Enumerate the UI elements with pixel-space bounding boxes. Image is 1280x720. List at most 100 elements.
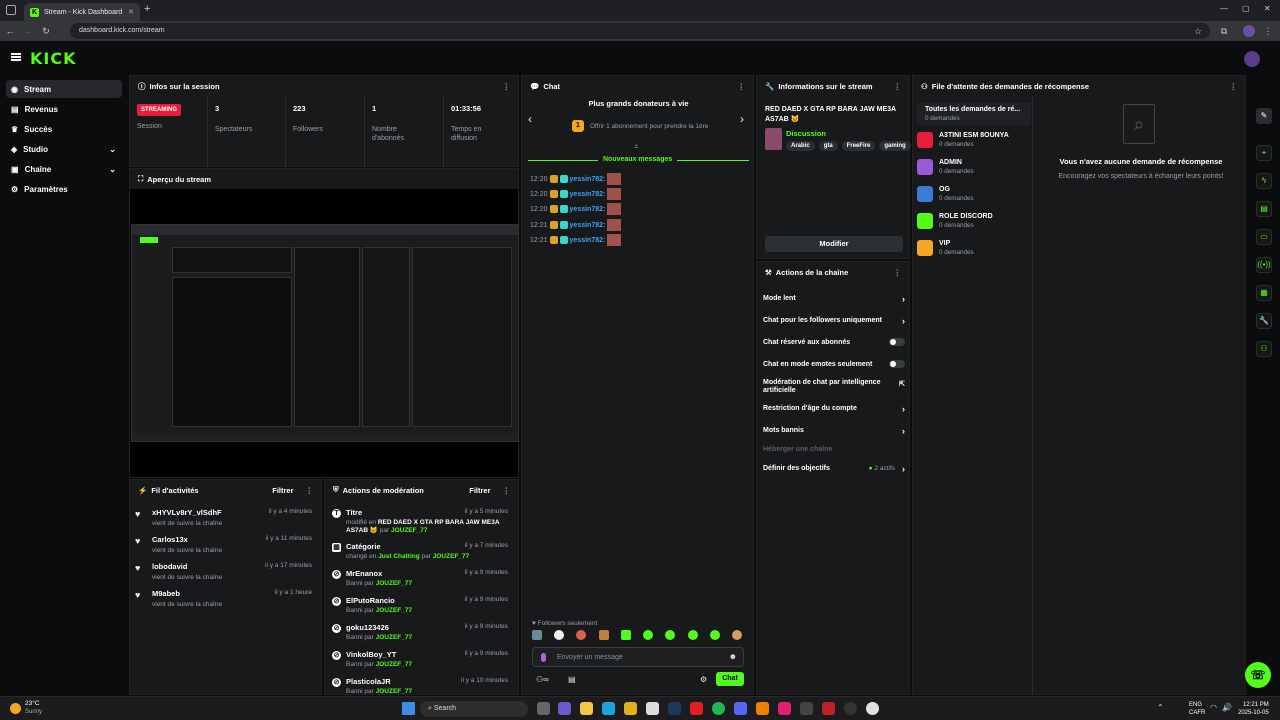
forward-icon[interactable]: → xyxy=(22,25,34,37)
minimize-icon[interactable]: — xyxy=(1220,4,1228,13)
age-restriction-row[interactable]: Restriction d'âge du compte › xyxy=(763,404,905,414)
reward-all[interactable]: Toutes les demandes de ré... 0 demandes xyxy=(917,103,1031,125)
url-input[interactable]: dashboard.kick.com/stream xyxy=(70,23,1210,39)
store-app-icon[interactable] xyxy=(646,702,659,715)
close-tab-icon[interactable]: ✕ xyxy=(128,8,134,16)
tray-chevron-icon[interactable]: ⌃ xyxy=(1157,703,1164,712)
points-icon[interactable]: ⚇∞ xyxy=(536,675,549,684)
collapse-icon[interactable]: ⩡ xyxy=(634,142,639,152)
extensions-icon[interactable]: ⧉ xyxy=(1218,25,1230,37)
profile-avatar[interactable] xyxy=(1243,25,1255,37)
chevron-right-icon[interactable]: › xyxy=(740,112,744,126)
mic-icon[interactable] xyxy=(541,653,546,662)
emote-icon[interactable] xyxy=(687,630,698,640)
sidebar-item-succes[interactable]: ♛ Succès xyxy=(6,120,122,138)
tab-overview-icon[interactable] xyxy=(6,5,16,15)
emotes-only-toggle[interactable] xyxy=(889,360,905,368)
app-icon[interactable] xyxy=(624,702,637,715)
tag[interactable]: FreeFire xyxy=(841,141,876,151)
sidebar-item-parametres[interactable]: ⚙ Paramètres xyxy=(6,180,122,198)
wifi-icon[interactable]: ◠ xyxy=(1210,703,1217,712)
more-options-icon[interactable]: ⋮ xyxy=(894,82,902,91)
wrench-tool-icon[interactable]: 🔧 xyxy=(1256,313,1272,329)
reward-item[interactable]: VIP 0 demandes xyxy=(917,240,1027,256)
more-options-icon[interactable]: ⋮ xyxy=(306,486,314,495)
message-username[interactable]: yessin782: xyxy=(570,191,606,198)
app-icon-3[interactable] xyxy=(800,702,813,715)
filter-button[interactable]: Filtrer xyxy=(272,486,293,495)
message-username[interactable]: yessin782: xyxy=(570,222,606,229)
tag[interactable]: gaming xyxy=(879,141,911,151)
browser-menu-icon[interactable]: ⋮ xyxy=(1262,25,1274,37)
back-icon[interactable]: ← xyxy=(4,25,16,37)
emote-icon[interactable] xyxy=(620,630,631,640)
emote-icon[interactable] xyxy=(643,630,654,640)
task-view-icon[interactable] xyxy=(537,702,550,715)
message-username[interactable]: yessin782: xyxy=(570,237,606,244)
app-icon-2[interactable] xyxy=(778,702,791,715)
ai-moderation-row[interactable]: Modération de chat par intelligence arti… xyxy=(763,379,905,395)
chrome-icon[interactable] xyxy=(866,702,879,715)
emote-icon[interactable] xyxy=(598,630,609,640)
tag[interactable]: gta xyxy=(818,141,838,151)
support-chat-button[interactable]: ☏ xyxy=(1245,662,1271,688)
send-chat-button[interactable]: Chat xyxy=(716,672,744,686)
emote-icon[interactable] xyxy=(731,630,742,640)
goals-row[interactable]: Définir des objectifs ● 2 actifs › xyxy=(763,464,905,474)
steam-icon[interactable] xyxy=(668,702,681,715)
followers-only-row[interactable]: Chat pour les followers uniquement › xyxy=(763,316,905,326)
banned-words-row[interactable]: Mots bannis › xyxy=(763,426,905,436)
more-options-icon[interactable]: ⋮ xyxy=(503,486,511,495)
more-options-icon[interactable]: ⋮ xyxy=(503,82,511,91)
spotify-icon[interactable] xyxy=(712,702,725,715)
emoji-icon[interactable]: ☻ xyxy=(729,652,737,661)
search-box[interactable]: ⌕ Search xyxy=(420,701,528,717)
more-options-icon[interactable]: ⋮ xyxy=(738,82,746,91)
category-link[interactable]: Discussion xyxy=(786,129,826,138)
copilot-icon[interactable] xyxy=(558,702,571,715)
share-icon[interactable]: ⚇ xyxy=(1256,341,1272,357)
more-options-icon[interactable]: ⋮ xyxy=(1230,82,1238,91)
sidebar-item-stream[interactable]: ◉ Stream xyxy=(6,80,122,98)
user-avatar[interactable] xyxy=(1244,51,1260,67)
reward-item[interactable]: ROLE DISCORD 0 demandes xyxy=(917,213,1027,229)
reload-icon[interactable]: ↻ xyxy=(40,25,52,37)
chat-bubble-icon[interactable]: ▭ xyxy=(1256,229,1272,245)
tag[interactable]: Arabic xyxy=(786,141,815,151)
bolt-icon[interactable]: ϟ xyxy=(1256,173,1272,189)
reward-item[interactable]: ADMIN 0 demandes xyxy=(917,159,1027,175)
reward-item[interactable]: A3TINI ESM 8OUNYA 0 demandes xyxy=(917,132,1027,148)
emote-icon[interactable] xyxy=(576,630,587,640)
emote-icon[interactable] xyxy=(532,630,542,640)
discord-icon[interactable] xyxy=(734,702,747,715)
obs-icon[interactable] xyxy=(844,702,857,715)
youtube-icon[interactable] xyxy=(690,702,703,715)
sidebar-item-studio[interactable]: ◈ Studio ⌄ xyxy=(6,140,122,158)
vlc-icon[interactable] xyxy=(756,702,769,715)
store-icon[interactable]: ▤ xyxy=(568,675,576,684)
file-explorer-icon[interactable] xyxy=(580,702,593,715)
maximize-icon[interactable]: ▢ xyxy=(1242,4,1250,13)
kick-logo[interactable]: KICK xyxy=(30,49,77,68)
browser-tab[interactable]: K Stream - Kick Dashboard ✕ xyxy=(24,3,140,21)
broadcast-icon[interactable]: ((•)) xyxy=(1256,257,1272,273)
hamburger-menu-icon[interactable] xyxy=(11,53,21,61)
sidebar-item-chaine[interactable]: ▣ Chaîne ⌄ xyxy=(6,160,122,178)
start-icon[interactable] xyxy=(402,702,415,715)
chat-settings-icon[interactable]: ⚙ xyxy=(700,675,707,684)
more-options-icon[interactable]: ⋮ xyxy=(894,268,902,277)
sidebar-item-revenus[interactable]: ▤ Revenus xyxy=(6,100,122,118)
app-icon-4[interactable] xyxy=(822,702,835,715)
reward-item[interactable]: OG 0 demandes xyxy=(917,186,1027,202)
bookmark-star-icon[interactable]: ☆ xyxy=(1192,25,1204,37)
stream-preview-video[interactable] xyxy=(131,224,519,442)
emote-icon[interactable] xyxy=(554,630,565,640)
chevron-left-icon[interactable]: ‹ xyxy=(528,112,532,126)
chat-input-box[interactable]: Envoyer un message ☻ xyxy=(532,647,744,667)
subscribers-only-toggle[interactable] xyxy=(889,338,905,346)
layout-icon[interactable]: ▦ xyxy=(1256,285,1272,301)
edit-icon[interactable]: ✎ xyxy=(1256,108,1272,124)
edit-stream-button[interactable]: Modifier xyxy=(765,236,903,252)
slow-mode-row[interactable]: Mode lent › xyxy=(763,294,905,304)
close-window-icon[interactable]: ✕ xyxy=(1264,4,1271,13)
